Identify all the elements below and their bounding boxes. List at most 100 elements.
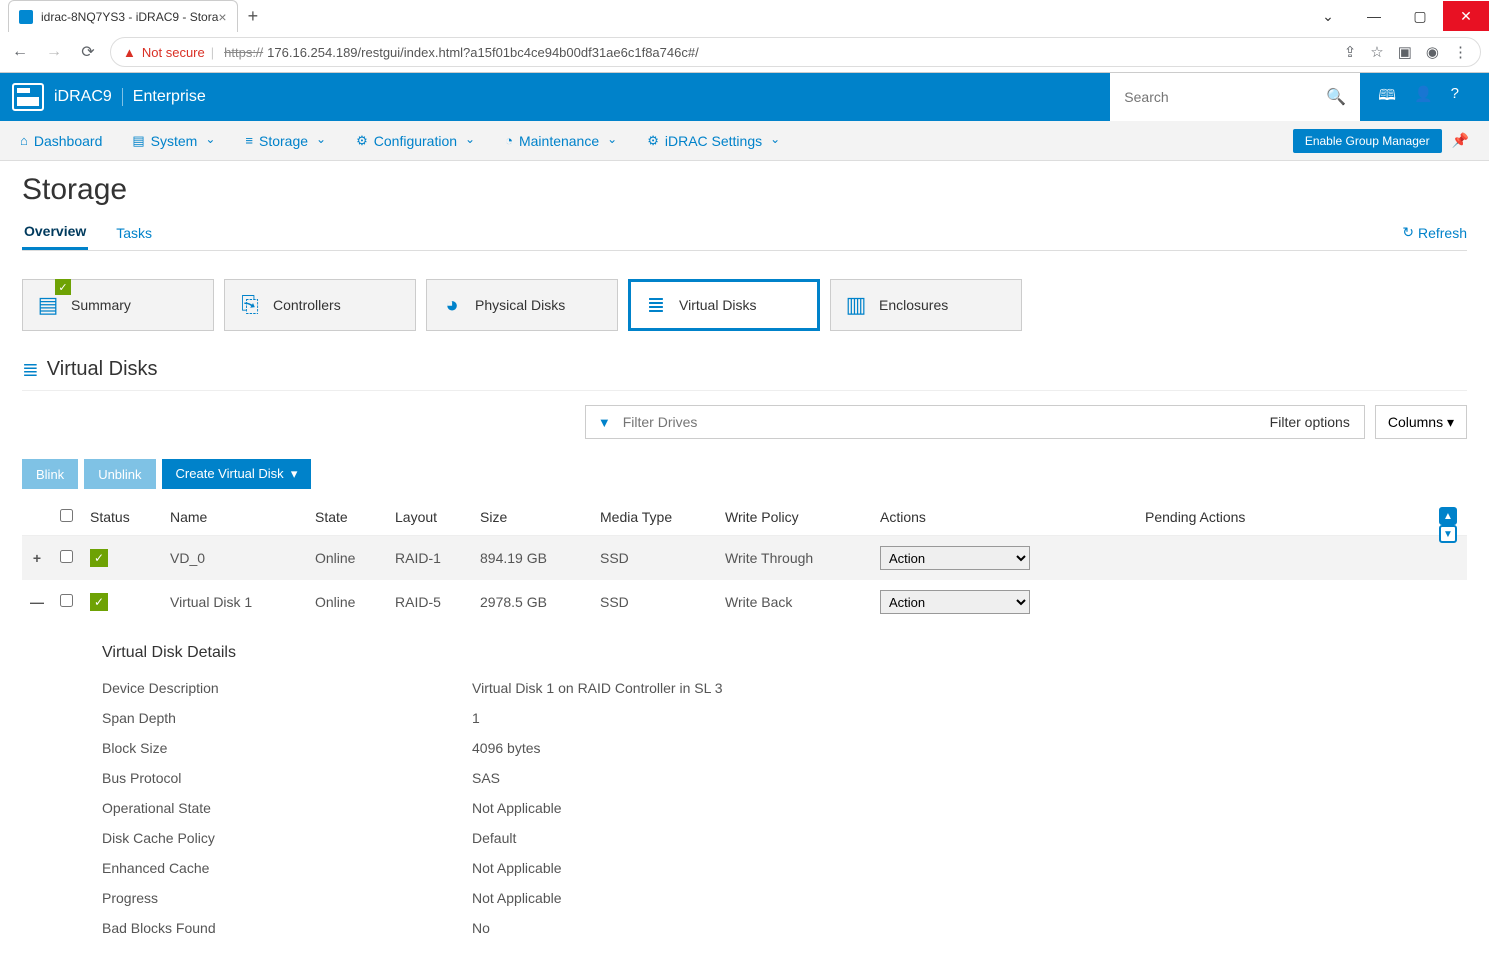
expand-toggle[interactable]: + bbox=[22, 536, 52, 581]
col-name[interactable]: Name bbox=[162, 499, 307, 536]
cell-pending bbox=[1137, 580, 1467, 624]
create-virtual-disk-button[interactable]: Create Virtual Disk ▾ bbox=[162, 459, 312, 489]
cell-layout: RAID-1 bbox=[387, 536, 472, 581]
table-header-row: Status Name State Layout Size Media Type… bbox=[22, 499, 1467, 536]
tab-close-icon[interactable]: × bbox=[218, 9, 226, 25]
minimize-button[interactable]: — bbox=[1351, 1, 1397, 31]
expand-toggle[interactable]: — bbox=[22, 580, 52, 624]
cell-media: SSD bbox=[592, 536, 717, 581]
user-icon[interactable]: 👤 bbox=[1414, 85, 1433, 110]
col-status[interactable]: Status bbox=[82, 499, 162, 536]
nav-configuration[interactable]: ⚙Configuration bbox=[356, 133, 475, 149]
col-write[interactable]: Write Policy bbox=[717, 499, 872, 536]
col-media[interactable]: Media Type bbox=[592, 499, 717, 536]
tile-physical-disks[interactable]: ◕ Physical Disks bbox=[426, 279, 618, 331]
menu-icon[interactable]: ⋮ bbox=[1453, 43, 1468, 61]
nav-idrac-settings[interactable]: ⚙iDRAC Settings bbox=[647, 133, 780, 149]
forward-button[interactable]: → bbox=[42, 43, 66, 61]
details-label: Progress bbox=[102, 890, 472, 906]
gauge-icon: ◔ bbox=[505, 133, 513, 148]
maximize-button[interactable]: ▢ bbox=[1397, 1, 1443, 31]
filter-icon[interactable]: ▼ bbox=[586, 415, 623, 430]
tab-tasks[interactable]: Tasks bbox=[114, 217, 154, 249]
search-icon[interactable]: 🔍 bbox=[1326, 87, 1346, 107]
browser-title-bar: idrac-8NQ7YS3 - iDRAC9 - Stora × + ⌄ — ▢… bbox=[0, 0, 1489, 32]
columns-button[interactable]: Columns ▾ bbox=[1375, 405, 1467, 439]
row-checkbox[interactable] bbox=[60, 550, 73, 563]
url-field[interactable]: ▲ Not secure | https://176.16.254.189/re… bbox=[110, 37, 1481, 67]
table-wrap: ▲ ▼ Status Name State Layout Size Media … bbox=[22, 499, 1467, 624]
filter-input[interactable] bbox=[623, 414, 1255, 430]
virtual-disk-details: Virtual Disk Details Device DescriptionV… bbox=[22, 624, 1467, 936]
col-state[interactable]: State bbox=[307, 499, 387, 536]
nav-system[interactable]: ▤System bbox=[132, 133, 215, 149]
details-label: Block Size bbox=[102, 740, 472, 756]
details-label: Span Depth bbox=[102, 710, 472, 726]
cell-pending bbox=[1137, 536, 1467, 581]
pin-icon[interactable]: 📌 bbox=[1452, 132, 1469, 149]
cell-size: 894.19 GB bbox=[472, 536, 592, 581]
header-search[interactable]: 🔍 bbox=[1110, 73, 1360, 121]
virtual-disks-table: Status Name State Layout Size Media Type… bbox=[22, 499, 1467, 624]
tile-controllers[interactable]: ⎘ Controllers bbox=[224, 279, 416, 331]
status-ok-icon: ✓ bbox=[90, 593, 108, 611]
notifications-icon[interactable]: 🕮 bbox=[1378, 85, 1396, 110]
col-actions[interactable]: Actions bbox=[872, 499, 1137, 536]
tab-title: idrac-8NQ7YS3 - iDRAC9 - Stora bbox=[41, 10, 218, 24]
unblink-button[interactable]: Unblink bbox=[84, 459, 155, 489]
filter-row: ▼ Filter options Columns ▾ bbox=[22, 405, 1467, 439]
filter-options-button[interactable]: Filter options bbox=[1255, 414, 1364, 430]
hdd-icon: ◕ bbox=[439, 292, 465, 318]
refresh-icon: ↻ bbox=[1402, 224, 1414, 241]
close-window-button[interactable]: ✕ bbox=[1443, 1, 1489, 31]
tile-summary[interactable]: ▤ ✓ Summary bbox=[22, 279, 214, 331]
col-size[interactable]: Size bbox=[472, 499, 592, 536]
profile-icon[interactable]: ◉ bbox=[1426, 43, 1439, 61]
select-all-checkbox[interactable] bbox=[60, 509, 73, 522]
storage-icon: ≡ bbox=[245, 133, 253, 148]
nav-dashboard[interactable]: ⌂Dashboard bbox=[20, 133, 102, 149]
sort-up-icon[interactable]: ▲ bbox=[1439, 507, 1457, 525]
cell-write: Write Through bbox=[717, 536, 872, 581]
search-input[interactable] bbox=[1124, 89, 1326, 105]
product-edition: Enterprise bbox=[122, 88, 206, 106]
tab-overview[interactable]: Overview bbox=[22, 215, 88, 250]
reload-button[interactable]: ⟳ bbox=[76, 42, 100, 62]
bookmark-icon[interactable]: ☆ bbox=[1370, 43, 1383, 61]
enable-group-manager-button[interactable]: Enable Group Manager bbox=[1293, 129, 1442, 153]
cell-state: Online bbox=[307, 580, 387, 624]
enclosure-icon: ▥ bbox=[843, 292, 869, 318]
panel-icon[interactable]: ▣ bbox=[1398, 43, 1412, 61]
sort-down-icon[interactable]: ▼ bbox=[1439, 525, 1457, 543]
back-button[interactable]: ← bbox=[8, 43, 32, 61]
nav-storage[interactable]: ≡Storage bbox=[245, 133, 326, 149]
system-icon: ▤ bbox=[132, 133, 144, 149]
cell-layout: RAID-5 bbox=[387, 580, 472, 624]
browser-tab[interactable]: idrac-8NQ7YS3 - iDRAC9 - Stora × bbox=[8, 0, 238, 32]
col-layout[interactable]: Layout bbox=[387, 499, 472, 536]
page-content: Storage Overview Tasks ↻Refresh ▤ ✓ Summ… bbox=[0, 161, 1489, 962]
tile-virtual-disks[interactable]: ≣ Virtual Disks bbox=[628, 279, 820, 331]
filter-box: ▼ Filter options bbox=[585, 405, 1365, 439]
help-icon[interactable]: ? bbox=[1451, 85, 1459, 110]
main-nav: ⌂Dashboard ▤System ≡Storage ⚙Configurati… bbox=[0, 121, 1489, 161]
action-select[interactable]: Action bbox=[880, 590, 1030, 614]
share-icon[interactable]: ⇪ bbox=[1344, 43, 1357, 61]
table-row: +✓VD_0OnlineRAID-1894.19 GBSSDWrite Thro… bbox=[22, 536, 1467, 581]
details-row: Enhanced CacheNot Applicable bbox=[102, 860, 1467, 876]
tile-enclosures[interactable]: ▥ Enclosures bbox=[830, 279, 1022, 331]
not-secure-label: Not secure bbox=[142, 45, 205, 60]
col-pending[interactable]: Pending Actions bbox=[1137, 499, 1467, 536]
nav-maintenance[interactable]: ◔Maintenance bbox=[505, 133, 617, 149]
product-name: iDRAC9 bbox=[54, 88, 112, 106]
cell-name: Virtual Disk 1 bbox=[162, 580, 307, 624]
new-tab-button[interactable]: + bbox=[248, 6, 259, 27]
dropdown-icon[interactable]: ⌄ bbox=[1305, 1, 1351, 31]
controller-icon: ⎘ bbox=[237, 292, 263, 318]
details-label: Bus Protocol bbox=[102, 770, 472, 786]
refresh-button[interactable]: ↻Refresh bbox=[1402, 224, 1467, 241]
row-checkbox[interactable] bbox=[60, 594, 73, 607]
browser-chrome: idrac-8NQ7YS3 - iDRAC9 - Stora × + ⌄ — ▢… bbox=[0, 0, 1489, 73]
action-select[interactable]: Action bbox=[880, 546, 1030, 570]
blink-button[interactable]: Blink bbox=[22, 459, 78, 489]
